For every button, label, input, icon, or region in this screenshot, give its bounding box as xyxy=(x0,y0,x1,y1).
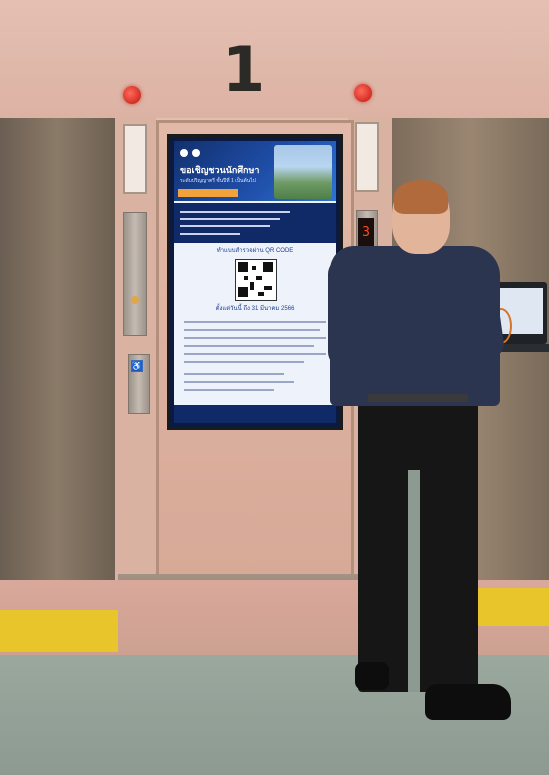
qr-finder xyxy=(263,262,273,272)
qr-module xyxy=(258,292,264,296)
qr-module xyxy=(250,282,254,290)
description-line xyxy=(180,225,270,227)
qr-module xyxy=(244,276,248,280)
poster-title: ขอเชิญชวนนักศึกษา xyxy=(180,165,260,175)
wheelchair-icon[interactable]: ♿ xyxy=(131,360,143,372)
right-direction-indicator xyxy=(355,122,379,192)
person-left-shoe xyxy=(355,662,389,690)
qr-module xyxy=(252,266,256,270)
description-line xyxy=(180,218,280,220)
poster-header: ขอเชิญชวนนักศึกษา ระดับปริญญาตรี ชั้นปีท… xyxy=(174,141,336,201)
left-direction-indicator xyxy=(123,124,147,194)
poster-orange-tag xyxy=(178,189,238,197)
left-hall-lantern xyxy=(123,86,141,104)
left-call-panel xyxy=(123,212,147,336)
body-text-line xyxy=(184,361,304,363)
poster-subtitle: ระดับปริญญาตรี ชั้นปีที่ 1 เป็นต้นไป xyxy=(180,178,256,184)
qr-module xyxy=(264,286,272,290)
person-leg-gap xyxy=(408,470,420,692)
survey-date-line: ตั้งแต่วันนี้ ถึง 31 มีนาคม 2566 xyxy=(215,306,295,312)
person-left-arm xyxy=(328,258,360,368)
right-hall-lantern xyxy=(354,84,372,102)
person-hair xyxy=(394,180,448,214)
body-text-line xyxy=(184,373,284,375)
qr-code[interactable] xyxy=(235,259,277,301)
qr-finder xyxy=(238,287,248,297)
poster-footer xyxy=(174,405,336,423)
body-text-line xyxy=(184,389,274,391)
qr-caption: ทำแบบสำรวจผ่าน QR CODE xyxy=(216,248,294,254)
elevator-lobby-photo: 1 3 ♿ ขอเชิญชวนนักศึกษา ระดับปริญญาตรี ช… xyxy=(0,0,549,775)
floor-number-sign: 1 xyxy=(222,33,266,106)
kiosk-screen: ขอเชิญชวนนักศึกษา ระดับปริญญาตรี ชั้นปีท… xyxy=(174,141,336,423)
qr-module xyxy=(256,276,262,280)
partner-logo-icon xyxy=(192,149,200,157)
call-button[interactable] xyxy=(131,296,139,304)
left-tactile-paving xyxy=(0,610,118,652)
description-line xyxy=(180,211,290,213)
floor-position-display: 3 xyxy=(358,218,374,248)
campus-photo xyxy=(274,145,332,199)
left-elevator-door xyxy=(0,118,119,588)
poster-description-band xyxy=(174,203,336,243)
body-text-line xyxy=(184,381,294,383)
person-belt xyxy=(368,394,468,402)
body-text-line xyxy=(184,329,320,331)
person-right-shoe xyxy=(425,684,511,720)
body-text-line xyxy=(184,321,326,323)
elevator-header-panel xyxy=(0,0,549,118)
digital-signage-kiosk: ขอเชิญชวนนักศึกษา ระดับปริญญาตรี ชั้นปีท… xyxy=(167,134,343,430)
body-text-line xyxy=(184,337,326,339)
body-text-line xyxy=(184,345,314,347)
body-text-line xyxy=(184,353,326,355)
description-line xyxy=(180,233,240,235)
qr-finder xyxy=(238,262,248,272)
university-logo-icon xyxy=(180,149,188,157)
